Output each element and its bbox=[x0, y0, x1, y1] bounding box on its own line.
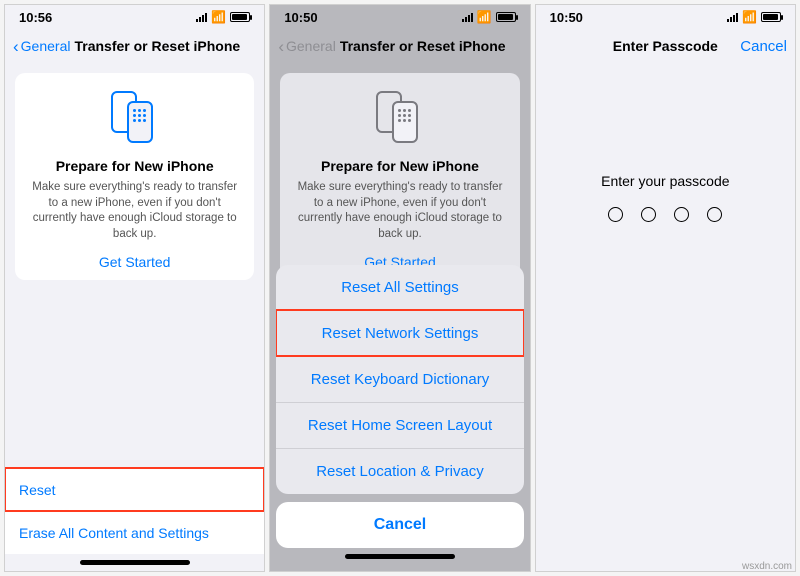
nav-back-general[interactable]: ‹ General bbox=[13, 38, 70, 55]
wifi-icon: 📶 bbox=[477, 10, 492, 24]
nav-back-general: ‹ General bbox=[278, 38, 335, 55]
passcode-dot bbox=[674, 207, 689, 222]
cellular-icon bbox=[462, 12, 473, 22]
reset-all-settings[interactable]: Reset All Settings bbox=[276, 265, 523, 310]
bottom-options: Reset Erase All Content and Settings bbox=[5, 468, 264, 554]
prepare-subtitle: Make sure everything's ready to transfer… bbox=[27, 180, 242, 242]
status-bar: 10:50 📶 bbox=[270, 5, 529, 29]
battery-icon bbox=[496, 12, 516, 22]
reset-row[interactable]: Reset bbox=[5, 468, 264, 511]
chevron-left-icon: ‹ bbox=[13, 38, 19, 55]
cellular-icon bbox=[196, 12, 207, 22]
screen-enter-passcode: 10:50 📶 Enter Passcode Cancel Enter your… bbox=[535, 4, 796, 572]
wifi-icon: 📶 bbox=[211, 10, 226, 24]
nav-title: Transfer or Reset iPhone bbox=[74, 38, 240, 54]
passcode-dots bbox=[536, 207, 795, 222]
two-phones-icon bbox=[376, 91, 424, 145]
status-time: 10:56 bbox=[19, 10, 52, 25]
erase-all-row[interactable]: Erase All Content and Settings bbox=[5, 511, 264, 554]
reset-network-settings[interactable]: Reset Network Settings bbox=[276, 310, 523, 356]
nav-bar: Enter Passcode Cancel bbox=[536, 29, 795, 63]
prepare-subtitle: Make sure everything's ready to transfer… bbox=[292, 180, 507, 242]
nav-title: Transfer or Reset iPhone bbox=[340, 38, 506, 54]
chevron-left-icon: ‹ bbox=[278, 38, 284, 55]
status-indicators: 📶 bbox=[727, 10, 781, 24]
nav-back-label: General bbox=[21, 38, 71, 54]
passcode-prompt: Enter your passcode bbox=[536, 173, 795, 189]
passcode-dot bbox=[641, 207, 656, 222]
status-time: 10:50 bbox=[550, 10, 583, 25]
get-started-link[interactable]: Get Started bbox=[27, 254, 242, 270]
status-bar: 10:56 📶 bbox=[5, 5, 264, 29]
prepare-card: Prepare for New iPhone Make sure everyth… bbox=[15, 73, 254, 280]
passcode-dot bbox=[707, 207, 722, 222]
battery-icon bbox=[761, 12, 781, 22]
reset-keyboard-dictionary[interactable]: Reset Keyboard Dictionary bbox=[276, 356, 523, 402]
nav-bar: ‹ General Transfer or Reset iPhone bbox=[5, 29, 264, 63]
status-indicators: 📶 bbox=[196, 10, 250, 24]
action-sheet-group: Reset All Settings Reset Network Setting… bbox=[276, 265, 523, 494]
action-sheet: Reset All Settings Reset Network Setting… bbox=[270, 259, 529, 571]
prepare-title: Prepare for New iPhone bbox=[27, 158, 242, 174]
home-indicator[interactable] bbox=[345, 554, 455, 559]
nav-back-label: General bbox=[286, 38, 336, 54]
reset-location-privacy[interactable]: Reset Location & Privacy bbox=[276, 448, 523, 494]
cancel-button[interactable]: Cancel bbox=[740, 38, 787, 55]
wifi-icon: 📶 bbox=[742, 10, 757, 24]
passcode-area: Enter your passcode bbox=[536, 173, 795, 222]
status-time: 10:50 bbox=[284, 10, 317, 25]
battery-icon bbox=[230, 12, 250, 22]
prepare-title: Prepare for New iPhone bbox=[292, 158, 507, 174]
passcode-dot bbox=[608, 207, 623, 222]
two-phones-icon bbox=[111, 91, 159, 145]
home-indicator[interactable] bbox=[80, 560, 190, 565]
status-bar: 10:50 📶 bbox=[536, 5, 795, 29]
screen-reset-sheet: 10:50 📶 ‹ General Transfer or Reset iPho… bbox=[269, 4, 530, 572]
screen-transfer-reset: 10:56 📶 ‹ General Transfer or Reset iPho… bbox=[4, 4, 265, 572]
cellular-icon bbox=[727, 12, 738, 22]
prepare-card: Prepare for New iPhone Make sure everyth… bbox=[280, 73, 519, 280]
watermark: wsxdn.com bbox=[742, 561, 792, 572]
nav-bar: ‹ General Transfer or Reset iPhone bbox=[270, 29, 529, 63]
action-sheet-cancel[interactable]: Cancel bbox=[276, 502, 523, 548]
reset-home-screen-layout[interactable]: Reset Home Screen Layout bbox=[276, 402, 523, 448]
status-indicators: 📶 bbox=[462, 10, 516, 24]
nav-title: Enter Passcode bbox=[613, 38, 718, 54]
